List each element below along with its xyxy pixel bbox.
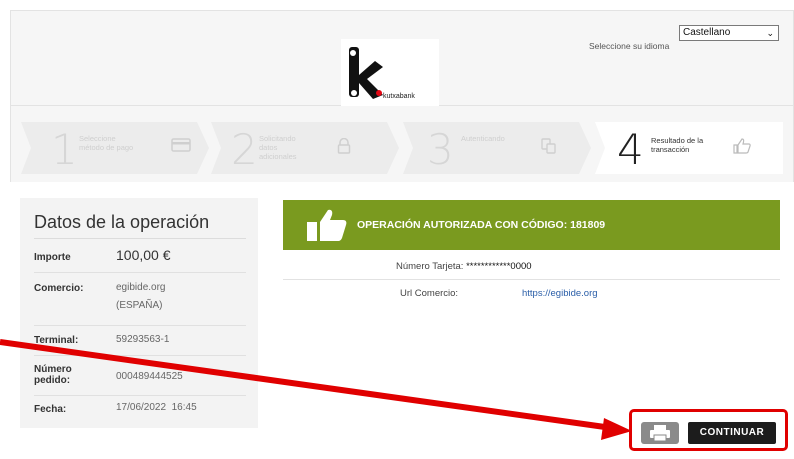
print-button[interactable] xyxy=(641,422,679,444)
annotation-arrow xyxy=(0,339,632,440)
continue-button[interactable]: CONTINUAR xyxy=(688,422,776,444)
printer-icon xyxy=(641,425,679,448)
